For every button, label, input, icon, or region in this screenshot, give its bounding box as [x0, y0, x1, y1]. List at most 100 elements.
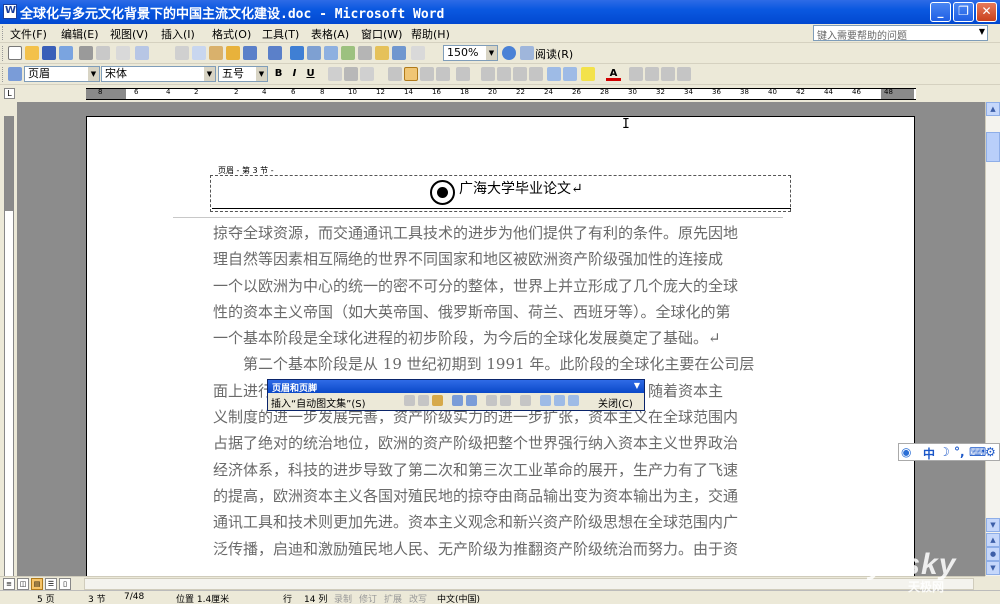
- close-button[interactable]: ✕: [976, 2, 997, 22]
- ime-halfwidth-icon[interactable]: ☽: [939, 445, 950, 459]
- insert-time-icon[interactable]: [466, 395, 477, 406]
- chevron-down-icon[interactable]: ▼: [634, 381, 640, 390]
- previous-page-icon[interactable]: ▲: [986, 533, 1000, 547]
- hyperlink-icon[interactable]: [290, 46, 304, 60]
- justify-icon[interactable]: [404, 67, 418, 81]
- ime-chinese-mode[interactable]: 中: [923, 445, 935, 462]
- italic-button[interactable]: I: [287, 67, 302, 81]
- chevron-down-icon[interactable]: ▼: [256, 67, 267, 81]
- menu-format[interactable]: 格式(O): [212, 26, 251, 42]
- insert-autotext-button[interactable]: 插入“自动图文集”(S): [271, 395, 366, 410]
- reading-view-icon[interactable]: ▯: [59, 578, 71, 590]
- status-track-changes[interactable]: 修订: [359, 592, 377, 604]
- format-painter-icon[interactable]: [226, 46, 240, 60]
- page-setup-icon[interactable]: [486, 395, 497, 406]
- read-mode-icon[interactable]: [520, 46, 534, 60]
- decrease-indent-icon[interactable]: [513, 67, 527, 81]
- font-size-select[interactable]: 五号 ▼: [218, 66, 268, 82]
- read-mode-label[interactable]: 阅读(R): [535, 46, 573, 62]
- enclose-char-icon[interactable]: [629, 67, 643, 81]
- chevron-down-icon[interactable]: ▼: [88, 67, 99, 81]
- menu-insert[interactable]: 插入(I): [161, 26, 195, 42]
- bold-button[interactable]: B: [271, 67, 286, 81]
- char-grow-icon[interactable]: [645, 67, 659, 81]
- menu-help[interactable]: 帮助(H): [411, 26, 450, 42]
- menu-tools[interactable]: 工具(T): [262, 26, 299, 42]
- show-hide-text-icon[interactable]: [500, 395, 511, 406]
- paste-icon[interactable]: [209, 46, 223, 60]
- normal-view-icon[interactable]: ≡: [3, 578, 15, 590]
- font-color-button[interactable]: A: [606, 67, 621, 81]
- highlight-icon[interactable]: [581, 67, 595, 81]
- font-select[interactable]: 宋体 ▼: [101, 66, 216, 82]
- research-icon[interactable]: [135, 46, 149, 60]
- page-number-icon[interactable]: [404, 395, 415, 406]
- bullets-icon[interactable]: [497, 67, 511, 81]
- tab-stop-selector[interactable]: L: [4, 88, 15, 99]
- status-extend[interactable]: 扩展: [384, 592, 402, 604]
- outline-view-icon[interactable]: ☰: [45, 578, 57, 590]
- minimize-button[interactable]: _: [930, 2, 951, 22]
- zoom-select[interactable]: 150% ▼: [443, 45, 498, 61]
- menu-grip[interactable]: [2, 26, 5, 40]
- chevron-down-icon[interactable]: ▼: [486, 46, 497, 60]
- toolbar-grip[interactable]: [2, 67, 5, 82]
- style-select[interactable]: 页眉 ▼: [24, 66, 100, 82]
- next-page-icon[interactable]: ▼: [986, 561, 1000, 575]
- save-icon[interactable]: [42, 46, 56, 60]
- toolbar-grip[interactable]: [2, 46, 5, 61]
- show-previous-icon[interactable]: [554, 395, 565, 406]
- show-hide-icon[interactable]: [411, 46, 425, 60]
- chevron-down-icon[interactable]: ▼: [204, 67, 215, 81]
- spelling-icon[interactable]: [116, 46, 130, 60]
- ime-settings-icon[interactable]: ⚙: [985, 445, 996, 459]
- status-overtype[interactable]: 改写: [409, 592, 427, 604]
- document-workspace[interactable]: 页眉 - 第 3 节 - 广海大学毕业论文↵ 掠夺全球资源，而交通通讯工具技术的…: [17, 102, 985, 576]
- switch-header-footer-icon[interactable]: [540, 395, 551, 406]
- status-record[interactable]: 录制: [334, 592, 352, 604]
- cut-icon[interactable]: [175, 46, 189, 60]
- ime-language-bar[interactable]: ◉ 中 ☽ °, ⌨ ⚙: [898, 443, 1000, 461]
- menu-file[interactable]: 文件(F): [10, 26, 47, 42]
- underline-button[interactable]: U: [303, 67, 318, 81]
- align-left-icon[interactable]: [388, 67, 402, 81]
- char-scale-icon[interactable]: [360, 67, 374, 81]
- align-center-icon[interactable]: [420, 67, 434, 81]
- vertical-scrollbar[interactable]: ▲ ▼ ▲ ● ▼: [985, 102, 1000, 576]
- permission-icon[interactable]: [59, 46, 73, 60]
- link-to-previous-icon[interactable]: [520, 395, 531, 406]
- drawing-icon[interactable]: [375, 46, 389, 60]
- select-browse-object-icon[interactable]: ●: [986, 547, 1000, 561]
- document-page[interactable]: 页眉 - 第 3 节 - 广海大学毕业论文↵ 掠夺全球资源，而交通通讯工具技术的…: [86, 116, 915, 576]
- help-search-box[interactable]: 键入需要帮助的问题 ▼: [813, 25, 988, 42]
- web-view-icon[interactable]: ◫: [17, 578, 29, 590]
- align-right-icon[interactable]: [436, 67, 450, 81]
- menu-view[interactable]: 视图(V): [110, 26, 148, 42]
- close-header-footer-button[interactable]: 关闭(C): [598, 395, 633, 410]
- ime-logo-icon[interactable]: ◉: [901, 445, 911, 459]
- asian-layout-icon[interactable]: [547, 67, 561, 81]
- restore-button[interactable]: ❐: [953, 2, 974, 22]
- insert-date-icon[interactable]: [452, 395, 463, 406]
- insert-excel-icon[interactable]: [341, 46, 355, 60]
- help-icon[interactable]: [502, 46, 516, 60]
- chevron-down-icon[interactable]: ▼: [979, 27, 985, 36]
- char-border-icon[interactable]: [328, 67, 342, 81]
- menu-table[interactable]: 表格(A): [311, 26, 349, 42]
- format-page-number-icon[interactable]: [432, 395, 443, 406]
- hf-toolbar-caption[interactable]: 页眉和页脚 ▼: [268, 380, 644, 394]
- print-preview-icon[interactable]: [96, 46, 110, 60]
- print-layout-view-icon[interactable]: ▤: [31, 578, 43, 590]
- horizontal-scrollbar[interactable]: [84, 578, 974, 590]
- document-map-icon[interactable]: [392, 46, 406, 60]
- styles-icon[interactable]: [8, 67, 22, 81]
- increase-indent-icon[interactable]: [529, 67, 543, 81]
- line-spacing-icon[interactable]: [456, 67, 470, 81]
- columns-icon[interactable]: [358, 46, 372, 60]
- open-folder-icon[interactable]: [25, 46, 39, 60]
- soft-keyboard-icon[interactable]: ⌨: [969, 445, 986, 459]
- menu-edit[interactable]: 编辑(E): [61, 26, 99, 42]
- char-shading-icon[interactable]: [344, 67, 358, 81]
- horizontal-ruler[interactable]: 8 6 4 2 2 4 6 8 10 12 14 16 18 20 22 24 …: [86, 88, 916, 100]
- print-icon[interactable]: [79, 46, 93, 60]
